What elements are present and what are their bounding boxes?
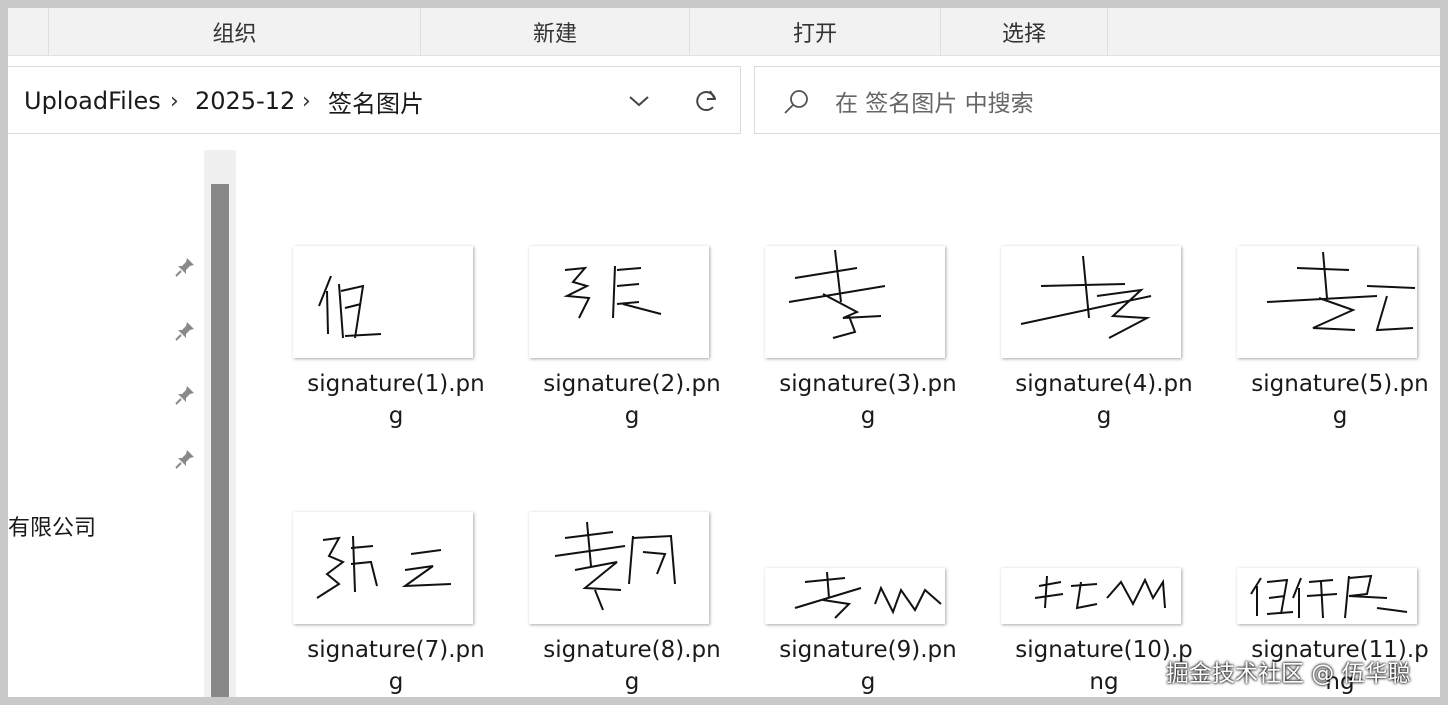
address-bar[interactable]: UploadFiles › 2025-12 › 签名图片 bbox=[8, 66, 741, 134]
breadcrumb-separator[interactable]: › bbox=[302, 67, 311, 135]
file-thumbnail bbox=[765, 568, 945, 624]
file-explorer-window: 组织 新建 打开 选择 UploadFiles › 2025-12 › 签名图片… bbox=[8, 8, 1440, 697]
file-item[interactable]: signature(1).pn g bbox=[278, 238, 514, 438]
search-box[interactable]: 在 签名图片 中搜索 bbox=[754, 66, 1440, 134]
breadcrumb-2025-12[interactable]: 2025-12 bbox=[195, 67, 295, 135]
file-name-line2: g bbox=[624, 403, 640, 429]
pin-icon[interactable] bbox=[173, 255, 197, 279]
organize-button[interactable]: 组织 bbox=[49, 8, 420, 55]
navigation-pane: 有限公司 bbox=[8, 148, 204, 697]
file-name-line1: signature(9).pn bbox=[779, 637, 957, 663]
refresh-icon[interactable] bbox=[693, 87, 721, 115]
file-name-line1: signature(2).pn bbox=[543, 371, 721, 397]
file-name[interactable]: signature(5).pn g bbox=[1222, 368, 1440, 432]
file-name[interactable]: signature(8).pn g bbox=[514, 634, 750, 697]
signature-image bbox=[1020, 255, 1152, 339]
file-name[interactable]: signature(4).pn g bbox=[986, 368, 1222, 432]
file-name-line1: signature(3).pn bbox=[779, 371, 957, 397]
signature-image bbox=[318, 275, 382, 339]
file-thumbnail bbox=[529, 512, 709, 624]
file-thumbnail bbox=[1001, 568, 1181, 624]
breadcrumb-uploadfiles[interactable]: UploadFiles bbox=[24, 67, 161, 135]
file-name-line1: signature(5).pn bbox=[1251, 371, 1429, 397]
file-name-line2: ng bbox=[1089, 669, 1119, 695]
breadcrumb-current-folder[interactable]: 签名图片 bbox=[328, 67, 424, 135]
ribbon-divider bbox=[1107, 8, 1108, 55]
file-item[interactable]: signature(8).pn g bbox=[514, 504, 750, 697]
signature-image bbox=[554, 521, 676, 611]
pin-icon[interactable] bbox=[173, 447, 197, 471]
signature-image bbox=[788, 249, 886, 339]
chevron-down-icon[interactable] bbox=[625, 87, 653, 115]
file-name-line2: g bbox=[388, 669, 404, 695]
file-name-line2: g bbox=[624, 669, 640, 695]
file-name[interactable]: signature(1).pn g bbox=[278, 368, 514, 432]
nav-scrollbar-thumb[interactable] bbox=[211, 184, 229, 697]
signature-image bbox=[563, 265, 662, 319]
pin-icon[interactable] bbox=[173, 319, 197, 343]
new-button[interactable]: 新建 bbox=[421, 8, 689, 55]
file-name[interactable]: signature(9).pn g bbox=[750, 634, 986, 697]
nav-item-company[interactable]: 有限公司 bbox=[8, 510, 96, 542]
file-thumbnail bbox=[1001, 246, 1181, 358]
breadcrumb-separator[interactable]: › bbox=[170, 67, 179, 135]
file-thumbnail bbox=[1237, 246, 1417, 358]
file-name-line2: g bbox=[860, 669, 876, 695]
file-name-line1: signature(1).pn bbox=[307, 371, 485, 397]
file-name-line1: signature(7).pn bbox=[307, 637, 485, 663]
file-item[interactable]: signature(4).pn g bbox=[986, 238, 1222, 438]
file-item[interactable]: signature(5).pn g bbox=[1222, 238, 1440, 438]
file-thumbnail bbox=[293, 246, 473, 358]
file-item[interactable]: signature(2).pn g bbox=[514, 238, 750, 438]
signature-image bbox=[316, 535, 452, 599]
file-item[interactable]: signature(7).pn g bbox=[278, 504, 514, 697]
file-name[interactable]: signature(2).pn g bbox=[514, 368, 750, 432]
file-name-line2: g bbox=[860, 403, 876, 429]
file-name-line1: signature(4).pn bbox=[1015, 371, 1193, 397]
open-button[interactable]: 打开 bbox=[690, 8, 940, 55]
search-placeholder[interactable]: 在 签名图片 中搜索 bbox=[835, 67, 1034, 135]
signature-image bbox=[794, 571, 942, 619]
file-thumbnail bbox=[293, 512, 473, 624]
signature-image bbox=[1266, 251, 1416, 332]
command-ribbon: 组织 新建 打开 选择 bbox=[8, 8, 1440, 56]
file-item[interactable]: signature(9).pn g bbox=[750, 504, 986, 697]
file-thumbnail bbox=[765, 246, 945, 358]
file-name[interactable]: signature(7).pn g bbox=[278, 634, 514, 697]
file-name-line2: g bbox=[1096, 403, 1112, 429]
signature-image bbox=[1034, 575, 1166, 610]
file-grid: signature(1).pn g signature(2).pn g sign… bbox=[236, 148, 1440, 697]
watermark-text: 掘金技术社区 @ 伍华聪 bbox=[1166, 661, 1411, 687]
file-name-line2: g bbox=[388, 403, 404, 429]
pin-icon[interactable] bbox=[173, 383, 197, 407]
file-name-line2: g bbox=[1332, 403, 1348, 429]
signature-image bbox=[1250, 574, 1408, 619]
file-thumbnail bbox=[529, 246, 709, 358]
file-name-line1: signature(8).pn bbox=[543, 637, 721, 663]
file-thumbnail bbox=[1237, 568, 1417, 624]
select-button[interactable]: 选择 bbox=[941, 8, 1107, 55]
search-icon bbox=[784, 90, 808, 114]
file-item[interactable]: signature(3).pn g bbox=[750, 238, 986, 438]
file-name[interactable]: signature(3).pn g bbox=[750, 368, 986, 432]
